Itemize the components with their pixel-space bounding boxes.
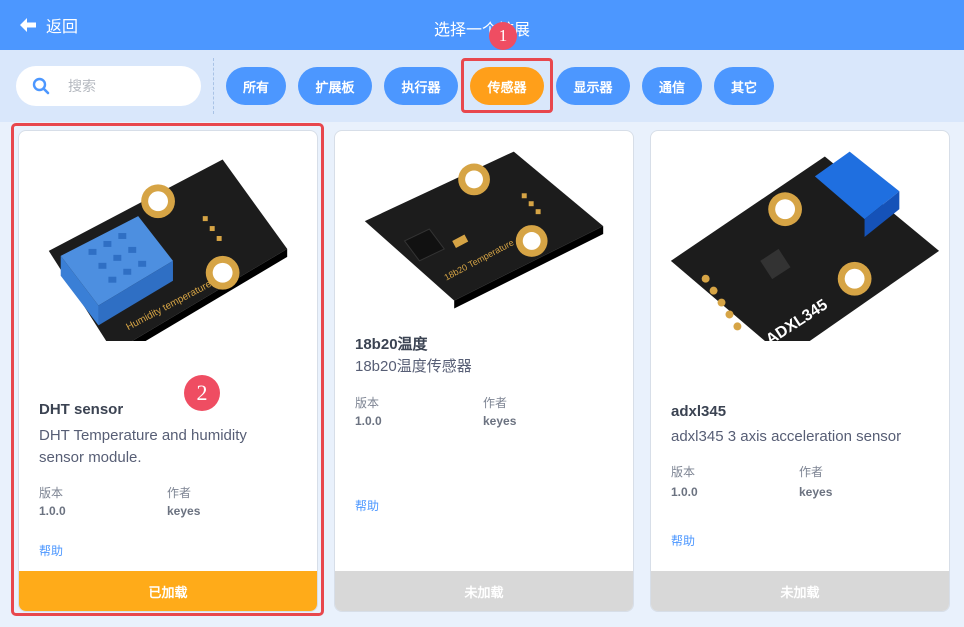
step-badge-1: 1	[489, 22, 517, 50]
highlight-box-dht-card	[11, 123, 324, 616]
author-value: keyes	[483, 414, 517, 428]
adxl345-module-image: ADXL345	[670, 151, 940, 341]
search-input[interactable]	[68, 78, 188, 94]
title-bar: 返回 选择一个扩展	[0, 0, 964, 50]
version-value: 1.0.0	[671, 485, 698, 499]
status-unloaded-button[interactable]: 未加载	[651, 571, 949, 611]
filter-communication[interactable]: 通信	[642, 67, 702, 105]
filter-all[interactable]: 所有	[226, 67, 286, 105]
card-title: adxl345	[671, 403, 727, 420]
author-label: 作者	[483, 396, 508, 410]
help-link[interactable]: 帮助	[355, 497, 379, 514]
ds18b20-module-image: 18b20 Temperature	[364, 151, 604, 309]
search-icon	[32, 77, 50, 95]
filter-other[interactable]: 其它	[714, 67, 774, 105]
search-box[interactable]	[16, 66, 201, 106]
version-label: 版本	[671, 465, 696, 479]
page-title: 选择一个扩展	[433, 22, 530, 39]
card-title: 18b20温度	[355, 336, 428, 353]
version-label: 版本	[355, 396, 380, 410]
filter-actuator[interactable]: 执行器	[384, 67, 458, 105]
card-description: 18b20温度传感器	[355, 358, 472, 375]
help-link[interactable]: 帮助	[671, 532, 695, 549]
step-badge-2: 2	[184, 375, 220, 411]
card-description: adxl345 3 axis acceleration sensor	[671, 428, 902, 445]
divider	[213, 58, 214, 114]
extension-card-adxl345[interactable]: ADXL345 adxl345 adxl345 3 axis accelerat…	[650, 130, 950, 612]
filter-expansion-board[interactable]: 扩展板	[298, 67, 372, 105]
version-value: 1.0.0	[355, 414, 382, 428]
highlight-box-sensor-filter	[461, 58, 553, 113]
extension-card-18b20[interactable]: 18b20 Temperature 18b20温度 18b20温度传感器 版本 …	[334, 130, 634, 612]
author-label: 作者	[799, 465, 824, 479]
author-value: keyes	[799, 485, 833, 499]
status-unloaded-button[interactable]: 未加载	[335, 571, 633, 611]
filter-display[interactable]: 显示器	[556, 67, 630, 105]
